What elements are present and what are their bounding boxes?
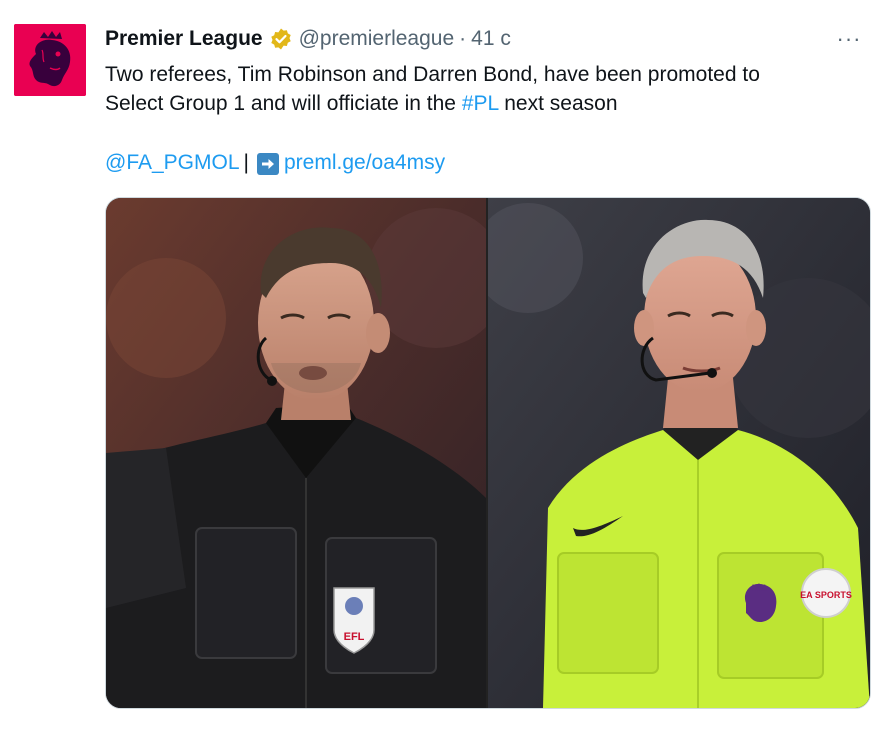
display-name[interactable]: Premier League — [105, 24, 263, 54]
tweet-text-line-2: Select Group 1 and will officiate in the… — [105, 89, 865, 118]
tweet-text-line-1: Two referees, Tim Robinson and Darren Bo… — [105, 63, 760, 86]
premier-league-lion-icon — [14, 24, 86, 96]
tweet-header: Premier League @premierleague · 41 с — [105, 24, 511, 54]
tweet-text-part: next season — [498, 92, 618, 115]
url-link[interactable]: preml.ge/oa4msy — [284, 151, 445, 174]
efl-badge-text: EFL — [344, 631, 365, 643]
tweet-text: Two referees, Tim Robinson and Darren Bo… — [105, 60, 865, 177]
pipe-separator: | — [243, 151, 249, 174]
tweet-media[interactable]: EFL EA SPORTS — [105, 197, 871, 709]
user-handle[interactable]: @premierleague — [299, 24, 455, 54]
profile-avatar[interactable] — [14, 24, 86, 96]
ea-sports-badge-text: EA SPORTS — [800, 590, 852, 600]
tweet-timestamp[interactable]: 41 с — [471, 24, 511, 54]
mention-link[interactable]: @FA_PGMOL — [105, 151, 240, 174]
header-separator: · — [459, 27, 467, 50]
tweet-card: Premier League @premierleague · 41 с ···… — [0, 0, 892, 731]
tweet-text-part: Select Group 1 and will officiate in the — [105, 92, 462, 115]
hashtag-link[interactable]: #PL — [462, 92, 499, 115]
tweet-links-line: @FA_PGMOL | preml.ge/oa4msy — [105, 148, 865, 177]
media-photo-left[interactable]: EFL — [106, 198, 486, 708]
right-arrow-icon — [257, 153, 279, 175]
verified-badge-icon[interactable] — [269, 27, 293, 51]
media-photo-right[interactable]: EA SPORTS — [488, 198, 870, 708]
more-options-icon[interactable]: ··· — [832, 22, 866, 56]
